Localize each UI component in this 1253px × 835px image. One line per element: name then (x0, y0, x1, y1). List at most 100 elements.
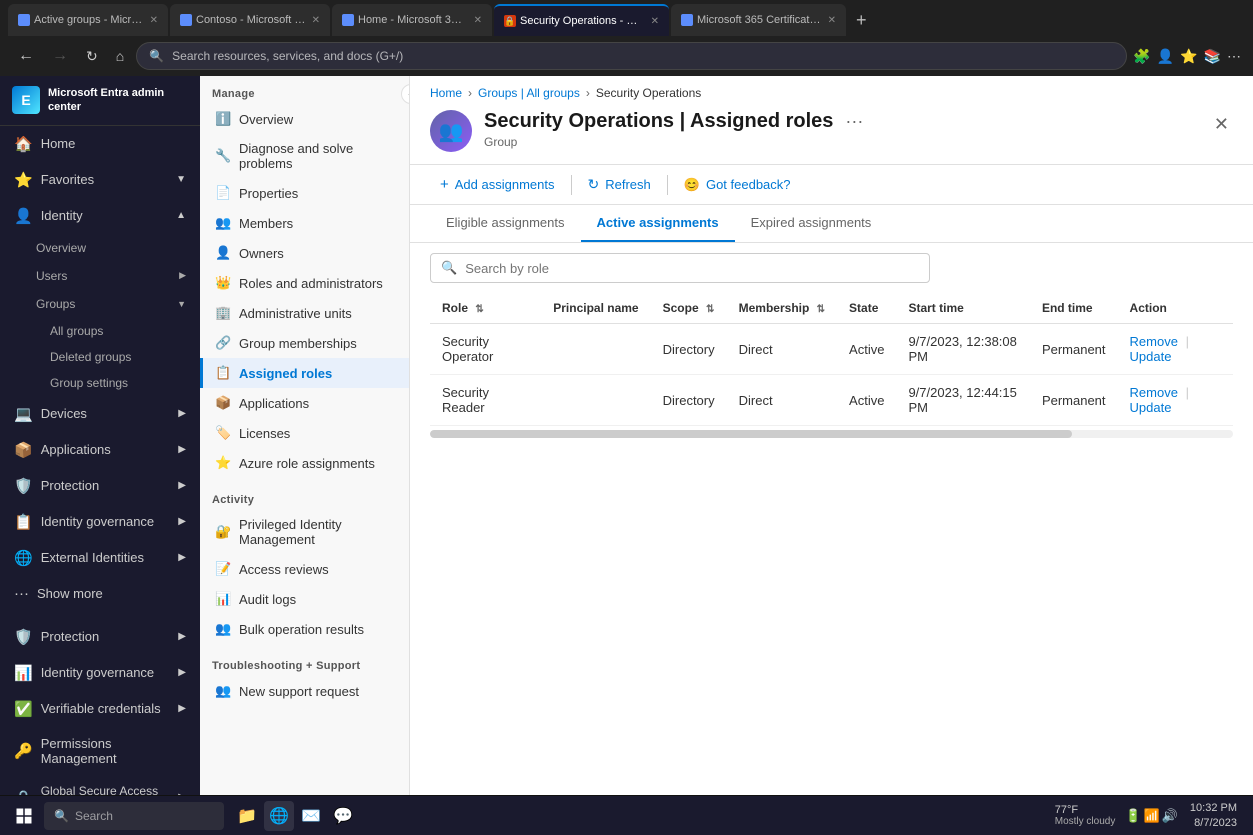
sidebar-item-favorites[interactable]: ⭐ Favorites ▼ (0, 162, 200, 198)
browser-tab-3[interactable]: Home - Microsoft 365 security ✕ (332, 4, 492, 36)
add-icon: + (440, 176, 449, 193)
taskbar-app-explorer[interactable]: 📁 (232, 801, 262, 831)
nav-toolbar-icons: 🧩 👤 ⭐ 📚 ⋯ (1133, 48, 1241, 65)
sidebar-item-external-identities[interactable]: 🌐 External Identities ▶ (0, 540, 200, 576)
cell-end-2: Permanent (1030, 375, 1118, 426)
feedback-button[interactable]: 😊 Got feedback? (674, 172, 801, 198)
left-nav-item-audit-logs[interactable]: 📊 Audit logs (200, 584, 409, 614)
left-nav-item-diagnose[interactable]: 🔧 Diagnose and solve problems (200, 134, 409, 178)
sidebar-item-applications[interactable]: 📦 Applications ▶ (0, 432, 200, 468)
start-button[interactable] (8, 800, 40, 832)
taskbar-app-teams[interactable]: 💬 (328, 801, 358, 831)
sidebar-item-id-governance2[interactable]: 📊 Identity governance ▶ (0, 655, 200, 691)
tab-close-3[interactable]: ✕ (474, 15, 482, 26)
tab-close-4[interactable]: ✕ (651, 16, 659, 27)
sidebar-protection2-label: Protection (41, 629, 171, 644)
remove-link-1[interactable]: Remove (1130, 334, 1178, 349)
sidebar-item-protection2[interactable]: 🛡️ Protection ▶ (0, 619, 200, 655)
tab-close-2[interactable]: ✕ (312, 15, 320, 26)
new-tab-button[interactable]: + (848, 4, 875, 36)
tab-close-5[interactable]: ✕ (828, 15, 836, 26)
col-membership[interactable]: Membership ⇅ (727, 293, 837, 324)
left-nav-item-bulk-ops[interactable]: 👥 Bulk operation results (200, 614, 409, 644)
breadcrumb-home[interactable]: Home (430, 86, 462, 100)
taskbar-search-box[interactable]: 🔍 Search (44, 802, 224, 830)
sidebar-subitem-groups[interactable]: Groups ▼ (0, 290, 200, 318)
left-nav-item-admin-units[interactable]: 🏢 Administrative units (200, 298, 409, 328)
sidebar-item-devices[interactable]: 💻 Devices ▶ (0, 396, 200, 432)
search-input[interactable] (465, 261, 919, 276)
browser-tab[interactable]: Active groups - Microsoft 365... ✕ (8, 4, 168, 36)
refresh-button[interactable]: ↻ Refresh (578, 171, 661, 198)
weather-info[interactable]: 77°F Mostly cloudy (1049, 802, 1122, 829)
app-logo: E (12, 86, 40, 114)
page-more-button[interactable]: ··· (841, 111, 867, 132)
sidebar-item-show-more[interactable]: ··· Show more (0, 576, 200, 611)
forward-button[interactable]: → (46, 43, 74, 69)
browser-tab-5[interactable]: Microsoft 365 Certification - Se... ✕ (671, 4, 846, 36)
sidebar-item-identity-governance[interactable]: 📋 Identity governance ▶ (0, 504, 200, 540)
left-nav-item-pim[interactable]: 🔐 Privileged Identity Management (200, 510, 409, 554)
sidebar-subitem-overview[interactable]: Overview (0, 234, 200, 262)
sidebar-item-global-secure-access[interactable]: 🔒 Global Secure Access (Preview) ▶ (0, 775, 200, 795)
tab-close-1[interactable]: ✕ (150, 15, 158, 26)
profile-icon[interactable]: 👤 (1157, 48, 1174, 65)
left-nav-item-access-reviews[interactable]: 📝 Access reviews (200, 554, 409, 584)
left-nav-item-applications[interactable]: 📦 Applications (200, 388, 409, 418)
left-nav-item-licenses[interactable]: 🏷️ Licenses (200, 418, 409, 448)
taskbar-app-mail[interactable]: ✉️ (296, 801, 326, 831)
groups-chevron-icon: ▼ (177, 299, 186, 309)
col-role[interactable]: Role ⇅ (430, 293, 541, 324)
search-input-container[interactable]: 🔍 (430, 253, 930, 283)
address-bar[interactable]: 🔍 Search resources, services, and docs (… (136, 42, 1127, 70)
col-scope[interactable]: Scope ⇅ (651, 293, 727, 324)
collections-icon[interactable]: 📚 (1204, 48, 1221, 65)
left-nav-item-assigned-roles[interactable]: 📋 Assigned roles (200, 358, 409, 388)
extensions-icon[interactable]: 🧩 (1133, 48, 1150, 65)
browser-tab-4-active[interactable]: 🔒 Security Operations - Microsoft... ✕ (494, 4, 669, 36)
browser-tab-2[interactable]: Contoso - Microsoft Entra admi... ✕ (170, 4, 330, 36)
taskbar-app-browser[interactable]: 🌐 (264, 801, 294, 831)
sidebar-item-verifiable-credentials[interactable]: ✅ Verifiable credentials ▶ (0, 691, 200, 727)
left-nav-item-new-support[interactable]: 👥 New support request (200, 676, 409, 706)
sidebar-subsubitem-groupsettings[interactable]: Group settings (0, 370, 200, 396)
close-panel-button[interactable]: ✕ (1210, 110, 1233, 139)
scrollbar-thumb[interactable] (430, 430, 1072, 438)
left-nav-item-members[interactable]: 👥 Members (200, 208, 409, 238)
tab-expired[interactable]: Expired assignments (735, 205, 888, 242)
home-nav-button[interactable]: ⌂ (110, 44, 130, 68)
left-nav-item-owners[interactable]: 👤 Owners (200, 238, 409, 268)
favorites-icon[interactable]: ⭐ (1180, 48, 1197, 65)
left-nav-item-properties[interactable]: 📄 Properties (200, 178, 409, 208)
tabs-container: Eligible assignments Active assignments … (410, 205, 1253, 243)
browser-chrome: Active groups - Microsoft 365... ✕ Conto… (0, 0, 1253, 36)
update-link-1[interactable]: Update (1130, 349, 1172, 364)
left-nav-item-roles[interactable]: 👑 Roles and administrators (200, 268, 409, 298)
tab-eligible[interactable]: Eligible assignments (430, 205, 581, 242)
refresh-nav-button[interactable]: ↻ (80, 44, 104, 69)
left-nav-item-group-memberships[interactable]: 🔗 Group memberships (200, 328, 409, 358)
left-nav-item-overview[interactable]: ℹ️ Overview (200, 104, 409, 134)
sidebar-item-identity[interactable]: 👤 Identity ▲ (0, 198, 200, 234)
h-scrollbar[interactable] (430, 430, 1233, 438)
clock[interactable]: 10:32 PM 8/7/2023 (1182, 797, 1245, 834)
nav-applications-icon: 📦 (215, 395, 231, 411)
sidebar-protection-label: Protection (41, 478, 171, 493)
remove-link-2[interactable]: Remove (1130, 385, 1178, 400)
sort-role-icon: ⇅ (475, 304, 483, 315)
sidebar-item-protection[interactable]: 🛡️ Protection ▶ (0, 468, 200, 504)
back-button[interactable]: ← (12, 43, 40, 69)
left-nav-item-azure-role-assignments[interactable]: ⭐ Azure role assignments (200, 448, 409, 478)
cell-principal-1 (541, 324, 650, 375)
sidebar-subsubitem-allgroups[interactable]: All groups (0, 318, 200, 344)
settings-nav-icon[interactable]: ⋯ (1227, 48, 1241, 65)
update-link-2[interactable]: Update (1130, 400, 1172, 415)
sidebar-subitem-users[interactable]: Users ▶ (0, 262, 200, 290)
add-assignments-button[interactable]: + Add assignments (430, 171, 565, 198)
tab-active[interactable]: Active assignments (581, 205, 735, 242)
sidebar-item-permissions-management[interactable]: 🔑 Permissions Management (0, 727, 200, 775)
col-action: Action (1118, 293, 1233, 324)
breadcrumb-groups[interactable]: Groups | All groups (478, 86, 580, 100)
sidebar-item-home[interactable]: 🏠 Home (0, 126, 200, 162)
sidebar-subsubitem-deletedgroups[interactable]: Deleted groups (0, 344, 200, 370)
